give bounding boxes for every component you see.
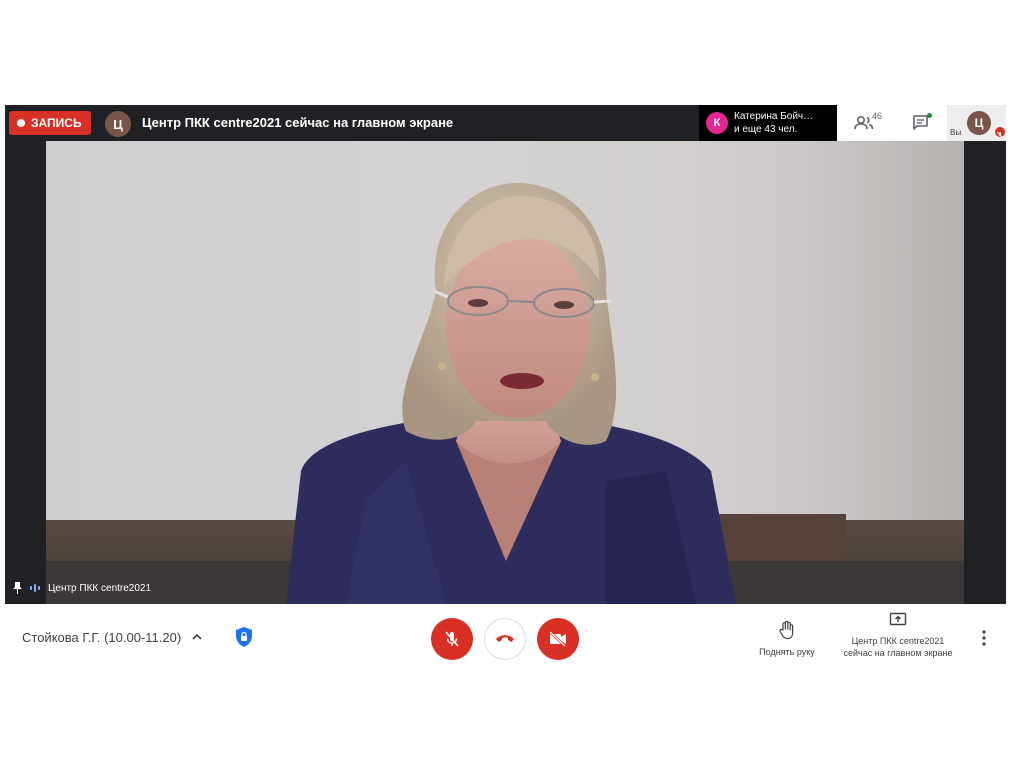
camera-off-icon — [549, 631, 566, 647]
bottom-bar: Стойкова Г.Г. (10.00-11.20) Поднять руку… — [0, 604, 1024, 666]
speaker-name: Центр ПКК centre2021 — [48, 582, 152, 594]
present-screen-icon — [889, 612, 907, 626]
hang-up-button[interactable] — [484, 618, 526, 660]
audio-level-icon — [30, 584, 40, 592]
participants-chip[interactable]: К Катерина Бойч… и еще 43 чел. — [699, 105, 837, 141]
hand-icon — [779, 620, 794, 640]
presenter-status-text: Центр ПКК centre2021 сейчас на главном э… — [142, 115, 454, 130]
top-right-icons: 46 Вы Ц — [837, 105, 1006, 141]
self-avatar: Ц — [967, 111, 991, 135]
present-label-line-1: Центр ПКК centre2021 — [851, 636, 945, 646]
raise-hand-label: Поднять руку — [759, 647, 815, 657]
pin-icon[interactable] — [13, 582, 22, 594]
speaker-figure — [286, 183, 736, 604]
more-vert-icon[interactable] — [976, 628, 992, 648]
shield-lock-icon[interactable] — [234, 626, 254, 648]
present-label-line-2: сейчас на главном экране — [843, 648, 953, 658]
recording-label: ЗАПИСЬ — [31, 116, 82, 130]
chevron-up-icon[interactable] — [190, 630, 204, 644]
participant-count: 46 — [872, 111, 883, 121]
participant-avatar: К — [706, 112, 728, 134]
mic-off-button[interactable] — [431, 618, 473, 660]
hang-up-icon — [496, 635, 514, 642]
participants-line-2: и еще 43 чел. — [734, 124, 798, 135]
self-mic-off-icon — [995, 127, 1005, 139]
recording-dot-icon — [17, 119, 25, 127]
present-now-button[interactable]: Центр ПКК centre2021 сейчас на главном э… — [836, 612, 960, 659]
speaker-caption: Центр ПКК centre2021 — [13, 582, 151, 594]
mic-off-icon — [445, 631, 459, 647]
self-tile[interactable]: Вы Ц — [947, 105, 1006, 141]
top-bar: ЗАПИСЬ Ц Центр ПКК centre2021 сейчас на … — [5, 105, 1006, 141]
unread-dot — [927, 113, 932, 118]
presenter-video — [46, 141, 964, 604]
self-label: Вы — [950, 128, 962, 137]
raise-hand-button[interactable]: Поднять руку — [752, 620, 822, 657]
present-label: Центр ПКК centre2021 сейчас на главном э… — [836, 635, 960, 659]
recording-badge[interactable]: ЗАПИСЬ — [9, 111, 91, 135]
camera-off-button[interactable] — [537, 618, 579, 660]
meeting-title[interactable]: Стойкова Г.Г. (10.00-11.20) — [22, 630, 181, 645]
presenter-avatar: Ц — [105, 111, 131, 137]
main-video-stage: Центр ПКК centre2021 — [5, 141, 1006, 604]
chat-icon[interactable] — [910, 113, 932, 133]
participants-line-1: Катерина Бойч… — [734, 111, 814, 122]
participants-summary: Катерина Бойч… и еще 43 чел. — [734, 110, 813, 136]
